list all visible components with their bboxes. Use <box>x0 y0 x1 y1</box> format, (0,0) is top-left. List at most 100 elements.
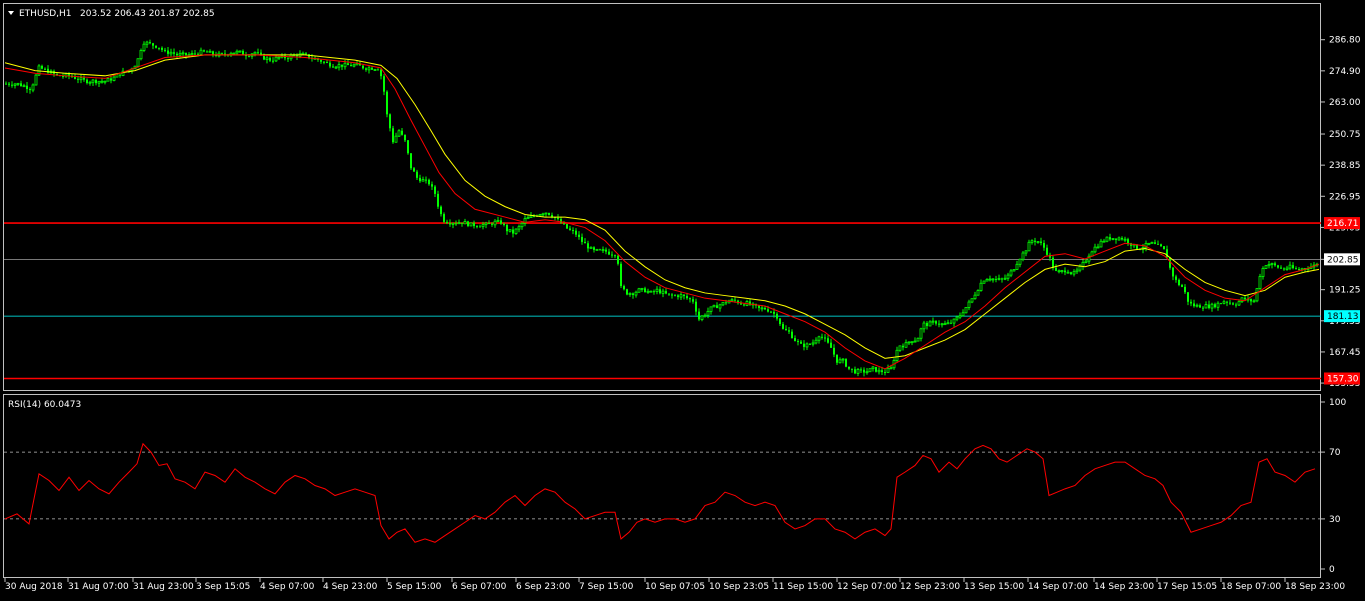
candle-body-bear <box>1193 303 1195 307</box>
chart-header: ETHUSD,H1 203.52 206.43 201.87 202.85 <box>8 9 215 19</box>
rsi-tick-label: 0 <box>1329 565 1335 575</box>
candle-body-bull <box>397 130 401 137</box>
candle-body-bear <box>770 311 772 313</box>
candle-body-bear <box>659 289 661 294</box>
candle-body-bull <box>1024 250 1028 254</box>
candle-body-bull <box>838 359 842 364</box>
candle-body-bull <box>1075 269 1079 273</box>
candle-body-bear <box>212 51 214 55</box>
candle-body-bear <box>1121 237 1123 240</box>
candle-body-bull <box>712 304 716 308</box>
candle-body-bull <box>238 50 242 53</box>
candle-body-bear <box>881 370 883 373</box>
candle-body-bull <box>814 339 818 344</box>
candle-body-bear <box>392 128 394 143</box>
candle-body-bear <box>845 359 847 367</box>
candle-body-bear <box>500 220 502 224</box>
candle-body-bear <box>884 372 886 374</box>
candle-body-bull <box>544 212 548 215</box>
candle-body-bear <box>1181 285 1183 287</box>
candle-body-bear <box>1163 246 1165 250</box>
candle-body-bull <box>208 50 212 53</box>
trading-chart[interactable]: 286.80274.90263.00250.75238.85226.95215.… <box>0 0 1365 601</box>
candle-body-bull <box>1285 267 1289 270</box>
candle-body-bear <box>1187 292 1189 302</box>
candle-body-bull <box>919 328 923 339</box>
candle-body-bear <box>320 59 322 62</box>
candle-body-bear <box>260 52 262 55</box>
candle-body-bear <box>608 251 610 255</box>
candle-body-bull <box>190 53 194 56</box>
candle-body-bear <box>479 226 481 228</box>
time-tick-label: 10 Sep 23:05 <box>709 582 769 592</box>
candle-body-bear <box>371 67 373 70</box>
candle-body-bull <box>961 312 965 317</box>
candle-body-bear <box>326 62 328 64</box>
candle-body-bear <box>269 57 271 61</box>
candle-body-bear <box>668 293 670 295</box>
candle-body-bear <box>683 294 685 297</box>
candle-body-bull <box>985 279 989 282</box>
candle-body-bull <box>817 336 821 341</box>
candle-body-bear <box>1070 272 1072 275</box>
time-tick-label: 30 Aug 2018 <box>5 582 63 592</box>
candle-body-bear <box>626 289 628 295</box>
candle-body-bull <box>1204 304 1208 309</box>
candle-body-bear <box>332 66 334 68</box>
candle-body-bear <box>149 42 151 44</box>
candle-body-bear <box>1283 268 1285 270</box>
candle-body-bull <box>865 371 869 374</box>
candle-body-bear <box>614 255 616 257</box>
candle-body-bear <box>935 321 937 324</box>
candle-body-bull <box>145 41 149 45</box>
candle-body-bear <box>512 229 514 234</box>
candle-body-bear <box>341 64 343 67</box>
time-tick-label: 12 Sep 23:00 <box>900 582 960 592</box>
candle-body-bear <box>1274 263 1276 266</box>
price-tick-label: 274.90 <box>1329 67 1361 77</box>
candle-body-bear <box>410 153 412 169</box>
candle-body-bear <box>95 80 97 84</box>
candle-body-bull <box>595 248 599 251</box>
candle-body-bear <box>11 84 13 86</box>
rsi-tick-label: 30 <box>1329 515 1341 525</box>
candle-body-bear <box>620 263 622 287</box>
candle-body-bear <box>206 51 208 53</box>
candle-body-bear <box>1184 286 1186 293</box>
candle-body-bear <box>110 78 112 81</box>
candle-body-bear <box>773 311 775 314</box>
candle-body-bull <box>517 226 521 230</box>
candle-body-bear <box>566 224 568 229</box>
candle-body-bull <box>199 49 203 55</box>
candle-body-bull <box>1084 260 1088 263</box>
candle-body-bull <box>928 321 932 327</box>
candle-body-bull <box>997 278 1001 280</box>
candle-body-bear <box>1175 276 1177 280</box>
candle-body-bear <box>428 179 430 185</box>
ma-slow-line <box>4 54 1320 359</box>
candle-body-bear <box>473 222 475 227</box>
candle-body-bear <box>26 85 28 90</box>
candle-body-bull <box>1264 265 1268 269</box>
candle-body-bull <box>1096 246 1100 249</box>
candle-body-bull <box>895 349 899 361</box>
candle-body-bull <box>721 301 725 306</box>
candle-body-bear <box>377 69 379 71</box>
candle-body-bull <box>1015 263 1019 270</box>
candle-body-bear <box>1214 304 1216 308</box>
candle-body-bear <box>176 53 178 56</box>
time-tick-label: 3 Sep 15:05 <box>196 582 250 592</box>
candle-body-bull <box>916 337 920 342</box>
candle-body-bull <box>940 323 944 326</box>
candle-body-bear <box>779 318 781 325</box>
candle-body-bull <box>661 290 665 294</box>
candle-body-bear <box>437 193 439 207</box>
time-tick-label: 18 Sep 07:00 <box>1221 582 1281 592</box>
dropdown-triangle-icon[interactable] <box>8 11 14 15</box>
candle-body-bear <box>743 304 745 306</box>
candle-body-bull <box>1012 269 1016 272</box>
candle-body-bear <box>1298 268 1300 270</box>
candle-body-bull <box>481 224 485 228</box>
candle-body-bear <box>1250 299 1252 302</box>
candle-body-bull <box>634 291 638 296</box>
